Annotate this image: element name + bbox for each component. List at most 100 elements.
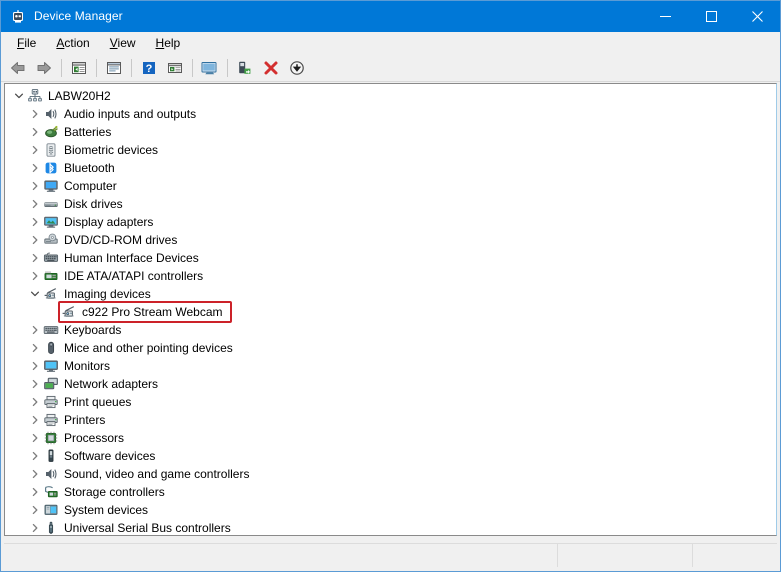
minimize-button[interactable]: [642, 1, 688, 32]
tree-item-label: LABW20H2: [48, 89, 111, 103]
tree-root-row[interactable]: LABW20H2: [5, 87, 776, 105]
chevron-right-icon[interactable]: [27, 195, 43, 213]
chevron-right-icon[interactable]: [27, 231, 43, 249]
device-tree-pane[interactable]: LABW20H2 Audio inputs and outputs Batterie…: [4, 83, 777, 536]
chevron-right-icon[interactable]: [27, 447, 43, 465]
status-bar: [4, 543, 777, 567]
forward-icon[interactable]: [32, 57, 56, 79]
tree-item-row[interactable]: Biometric devices: [5, 141, 776, 159]
tree-item-label: Audio inputs and outputs: [64, 107, 197, 121]
tree-item-row[interactable]: Audio inputs and outputs: [5, 105, 776, 123]
speaker-icon: [43, 466, 59, 482]
help-icon[interactable]: ?: [137, 57, 161, 79]
menu-action[interactable]: Action: [46, 33, 99, 53]
tree-item-label: Disk drives: [64, 197, 123, 211]
network-adapter-icon: [43, 376, 59, 392]
chevron-down-icon[interactable]: [27, 285, 43, 303]
chevron-right-icon[interactable]: [27, 411, 43, 429]
chevron-right-icon[interactable]: [27, 465, 43, 483]
printer-icon: [43, 394, 59, 410]
tree-item-row[interactable]: Sound, video and game controllers: [5, 465, 776, 483]
chevron-down-icon[interactable]: [11, 87, 27, 105]
tree-item-label: Bluetooth: [64, 161, 115, 175]
tree-item-row[interactable]: Storage controllers: [5, 483, 776, 501]
tree-item-label: Print queues: [64, 395, 132, 409]
chevron-right-icon[interactable]: [27, 501, 43, 519]
system-device-icon: [43, 502, 59, 518]
tree-item-row[interactable]: Keyboards: [5, 321, 776, 339]
tree-item-row[interactable]: Print queues: [5, 393, 776, 411]
tree-item-row[interactable]: Disk drives: [5, 195, 776, 213]
menu-view[interactable]: View: [100, 33, 146, 53]
chevron-right-icon[interactable]: [27, 483, 43, 501]
tree-item-row[interactable]: Batteries: [5, 123, 776, 141]
tree-item-row[interactable]: Printers: [5, 411, 776, 429]
tree-item-label: Display adapters: [64, 215, 154, 229]
tree-item-label: System devices: [64, 503, 149, 517]
chevron-right-icon[interactable]: [27, 213, 43, 231]
chevron-right-icon[interactable]: [27, 339, 43, 357]
tree-item-row[interactable]: Software devices: [5, 447, 776, 465]
menu-help[interactable]: Help: [146, 33, 191, 53]
tree-item-label: Mice and other pointing devices: [64, 341, 233, 355]
title-bar[interactable]: Device Manager: [1, 1, 780, 32]
tree-item-label: Software devices: [64, 449, 156, 463]
scan-for-hardware-changes-icon[interactable]: [233, 57, 257, 79]
toolbar: ?: [1, 55, 780, 82]
usb-icon: [43, 520, 59, 535]
back-icon[interactable]: [6, 57, 30, 79]
chevron-right-icon[interactable]: [27, 249, 43, 267]
monitor-icon: [43, 178, 59, 194]
chevron-right-icon[interactable]: [27, 393, 43, 411]
tree-item-row[interactable]: Imaging devices: [5, 285, 776, 303]
maximize-button[interactable]: [688, 1, 734, 32]
show-hide-console-tree-icon[interactable]: [67, 57, 91, 79]
tree-item-row[interactable]: Processors: [5, 429, 776, 447]
tree-item-label: Universal Serial Bus controllers: [64, 521, 231, 535]
show-hide-action-pane-icon[interactable]: [198, 57, 222, 79]
chevron-right-icon[interactable]: [27, 177, 43, 195]
tree-item-row[interactable]: Display adapters: [5, 213, 776, 231]
tree-item-row[interactable]: Monitors: [5, 357, 776, 375]
tree-item-row[interactable]: Bluetooth: [5, 159, 776, 177]
tree-item-label: IDE ATA/ATAPI controllers: [64, 269, 204, 283]
toolbar-separator: [61, 59, 62, 77]
tree-item-row[interactable]: Computer: [5, 177, 776, 195]
tree-item-label: Printers: [64, 413, 106, 427]
chevron-right-icon[interactable]: [27, 123, 43, 141]
device-manager-window: Device Manager File Action View Help ? L…: [0, 0, 781, 572]
tree-item-row[interactable]: System devices: [5, 501, 776, 519]
close-button[interactable]: [734, 1, 780, 32]
properties-icon[interactable]: [102, 57, 126, 79]
tree-item-label: Network adapters: [64, 377, 159, 391]
update-driver-icon[interactable]: [285, 57, 309, 79]
tree-item-row[interactable]: DVD/CD-ROM drives: [5, 231, 776, 249]
tree-item-row[interactable]: Mice and other pointing devices: [5, 339, 776, 357]
chevron-right-icon[interactable]: [27, 105, 43, 123]
chevron-right-icon[interactable]: [27, 519, 43, 535]
menu-file[interactable]: File: [7, 33, 46, 53]
chevron-right-icon[interactable]: [27, 267, 43, 285]
toolbar-separator: [192, 59, 193, 77]
device-manager-icon: [10, 9, 26, 25]
tree-item-row[interactable]: Universal Serial Bus controllers: [5, 519, 776, 535]
camera-icon: [61, 304, 77, 320]
tree-item-row[interactable]: IDE ATA/ATAPI controllers: [5, 267, 776, 285]
chevron-right-icon[interactable]: [27, 357, 43, 375]
menu-bar: File Action View Help: [1, 32, 780, 55]
tree-item-row-selected[interactable]: c922 Pro Stream Webcam: [5, 303, 776, 321]
uninstall-device-icon[interactable]: [259, 57, 283, 79]
view-icon[interactable]: [163, 57, 187, 79]
keyboard-icon: [43, 322, 59, 338]
chevron-right-icon[interactable]: [27, 375, 43, 393]
tree-item-row[interactable]: Network adapters: [5, 375, 776, 393]
chevron-right-icon[interactable]: [27, 321, 43, 339]
chevron-right-icon[interactable]: [27, 141, 43, 159]
chevron-right-icon[interactable]: [27, 429, 43, 447]
tree-item-row[interactable]: Human Interface Devices: [5, 249, 776, 267]
printer-icon: [43, 412, 59, 428]
computer-root-icon: [27, 88, 43, 104]
chevron-right-icon[interactable]: [27, 159, 43, 177]
status-pane-2: [558, 544, 693, 567]
